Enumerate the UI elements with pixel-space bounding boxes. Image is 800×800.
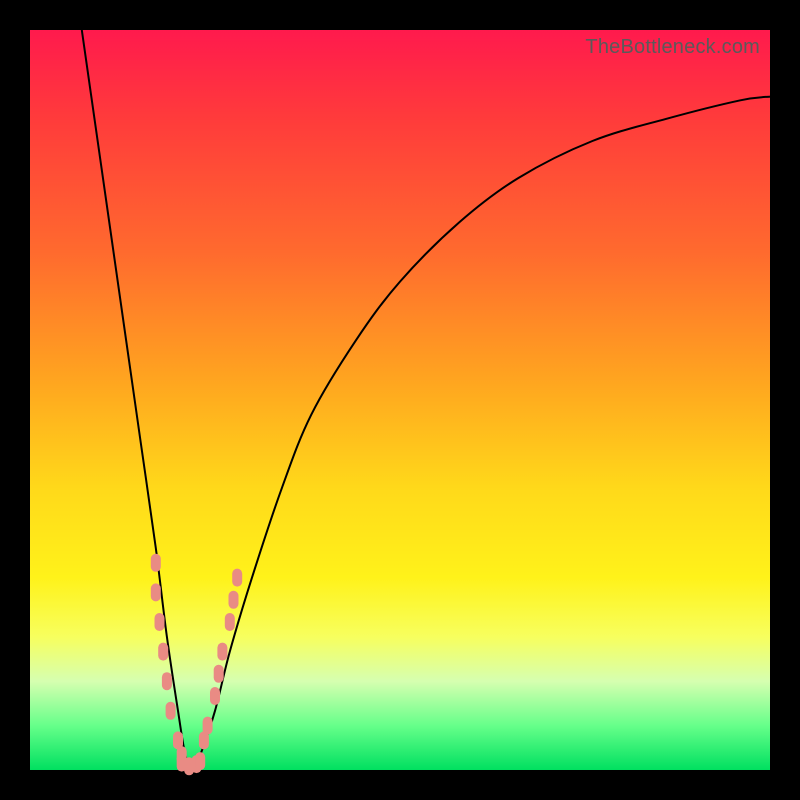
marker-dot	[158, 643, 168, 661]
marker-dot	[151, 583, 161, 601]
plot-area: TheBottleneck.com	[30, 30, 770, 770]
marker-dot	[151, 554, 161, 572]
chart-svg	[30, 30, 770, 770]
marker-dot	[225, 613, 235, 631]
marker-dot	[232, 569, 242, 587]
marker-dot	[166, 702, 176, 720]
markers-group	[151, 554, 242, 776]
marker-dot	[214, 665, 224, 683]
marker-dot	[155, 613, 165, 631]
marker-dot	[217, 643, 227, 661]
marker-dot	[195, 752, 205, 770]
marker-dot	[203, 717, 213, 735]
marker-dot	[229, 591, 239, 609]
bottleneck-curve-path	[82, 30, 770, 770]
marker-dot	[210, 687, 220, 705]
chart-frame: TheBottleneck.com	[0, 0, 800, 800]
marker-dot	[162, 672, 172, 690]
